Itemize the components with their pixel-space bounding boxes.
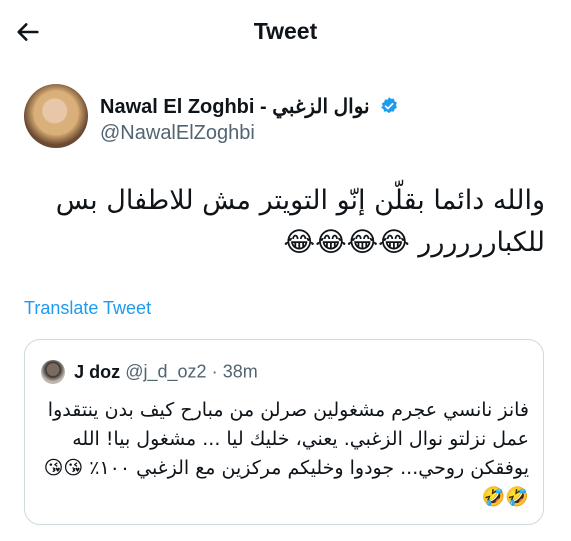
page-title: Tweet bbox=[253, 18, 318, 44]
verified-badge-icon bbox=[381, 97, 398, 114]
quoted-author-handle[interactable]: @j_d_oz2 bbox=[125, 362, 206, 382]
quoted-tweet[interactable]: J doz @j_d_oz2 · 38m فانز نانسي عجرم مشغ… bbox=[24, 339, 544, 525]
author-name[interactable]: Nawal El Zoghbi - نوال الزغبي bbox=[100, 96, 370, 118]
translate-tweet-link[interactable]: Translate Tweet bbox=[24, 298, 151, 319]
dot-separator: · bbox=[211, 361, 218, 382]
avatar[interactable] bbox=[24, 84, 88, 148]
top-bar: Tweet bbox=[0, 0, 571, 66]
quoted-avatar[interactable] bbox=[41, 360, 65, 384]
quoted-tweet-header: J doz @j_d_oz2 · 38m bbox=[41, 360, 258, 386]
author-handle[interactable]: @NawalElZoghbi bbox=[100, 122, 255, 145]
tweet-text: والله دائما بقلّن إنّو التويتر مش للاطفا… bbox=[55, 185, 545, 258]
quoted-tweet-text: فانز نانسي عجرم مشغولين صرلن من مبارح كي… bbox=[43, 399, 529, 508]
tweet-author: Nawal El Zoghbi - نوال الزغبي @NawalElZo… bbox=[24, 84, 544, 150]
author-name-row[interactable]: Nawal El Zoghbi - نوال الزغبي bbox=[100, 94, 399, 119]
quoted-timestamp[interactable]: 38m bbox=[223, 362, 258, 382]
quoted-author-name[interactable]: J doz bbox=[74, 362, 120, 382]
